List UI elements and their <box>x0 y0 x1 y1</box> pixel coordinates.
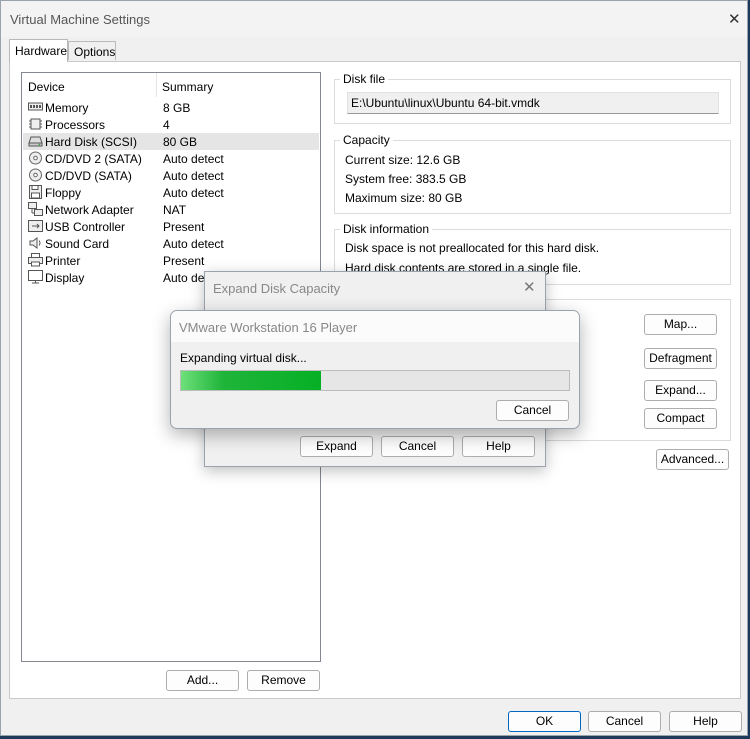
expand-cancel-button[interactable]: Cancel <box>381 436 454 457</box>
expand-button[interactable]: Expand... <box>644 380 717 401</box>
vmware-progress-dialog: VMware Workstation 16 Player Expanding v… <box>170 310 580 429</box>
progress-dialog-title: VMware Workstation 16 Player <box>179 320 358 335</box>
device-list-header: Device Summary <box>22 73 320 97</box>
device-row-network-adapter[interactable]: Network Adapter NAT <box>23 201 319 218</box>
device-name: Sound Card <box>45 237 110 251</box>
device-summary: Present <box>163 220 205 234</box>
device-row-sound-card[interactable]: Sound Card Auto detect <box>23 235 319 252</box>
defragment-button[interactable]: Defragment <box>644 348 717 369</box>
display-icon <box>28 270 43 284</box>
add-device-button[interactable]: Add... <box>166 670 239 691</box>
progress-cancel-button[interactable]: Cancel <box>496 400 569 421</box>
cancel-button[interactable]: Cancel <box>588 711 661 732</box>
current-size-text: Current size: 12.6 GB <box>345 153 461 167</box>
advanced-button[interactable]: Advanced... <box>656 449 729 470</box>
progress-dialog-title-bar: VMware Workstation 16 Player <box>171 311 579 342</box>
device-row-memory[interactable]: Memory 8 GB <box>23 99 319 116</box>
usb-icon <box>28 220 43 232</box>
progress-bar-fill <box>181 371 321 390</box>
device-name: Floppy <box>45 186 82 200</box>
disk-information-label: Disk information <box>340 222 433 236</box>
device-summary: Auto detect <box>163 237 224 251</box>
device-row-processors[interactable]: Processors 4 <box>23 116 319 133</box>
device-summary: 8 GB <box>163 101 191 115</box>
tab-hardware[interactable]: Hardware <box>9 39 68 62</box>
device-summary: 80 GB <box>163 135 198 149</box>
device-name: Hard Disk (SCSI) <box>45 135 138 149</box>
device-row-hard-disk[interactable]: Hard Disk (SCSI) 80 GB <box>23 133 319 150</box>
column-summary[interactable]: Summary <box>162 80 213 94</box>
device-summary: Present <box>163 254 205 268</box>
progress-message: Expanding virtual disk... <box>180 351 307 365</box>
device-name: CD/DVD 2 (SATA) <box>45 152 142 166</box>
hard-disk-icon <box>28 136 43 147</box>
device-row-cd-dvd-2[interactable]: CD/DVD 2 (SATA) Auto detect <box>23 150 319 167</box>
remove-device-button[interactable]: Remove <box>247 670 320 691</box>
compact-button[interactable]: Compact <box>644 408 717 429</box>
maximum-size-text: Maximum size: 80 GB <box>345 191 463 205</box>
device-name: Memory <box>45 101 89 115</box>
expand-dialog-title: Expand Disk Capacity <box>213 281 341 296</box>
device-row-usb-controller[interactable]: USB Controller Present <box>23 218 319 235</box>
device-name: Processors <box>45 118 106 132</box>
sound-card-icon <box>29 237 41 249</box>
disk-info-line-1: Disk space is not preallocated for this … <box>345 241 600 255</box>
network-adapter-icon <box>28 202 43 216</box>
ok-button[interactable]: OK <box>508 711 581 732</box>
disk-file-path: E:\Ubuntu\linux\Ubuntu 64-bit.vmdk <box>351 96 540 110</box>
device-summary: Auto detect <box>163 152 224 166</box>
memory-icon <box>28 102 43 111</box>
capacity-group: Capacity Current size: 12.6 GB System fr… <box>334 133 731 214</box>
expand-confirm-button[interactable]: Expand <box>300 436 373 457</box>
expand-help-button[interactable]: Help <box>462 436 535 457</box>
capacity-label: Capacity <box>340 133 393 147</box>
window-title: Virtual Machine Settings <box>10 12 150 27</box>
device-name: Network Adapter <box>45 203 134 217</box>
disk-file-path-field[interactable]: E:\Ubuntu\linux\Ubuntu 64-bit.vmdk <box>347 92 719 114</box>
device-name: Display <box>45 271 85 285</box>
printer-icon <box>28 253 43 267</box>
column-divider <box>156 73 157 97</box>
title-bar: Virtual Machine Settings ✕ <box>1 1 747 37</box>
device-row-floppy[interactable]: Floppy Auto detect <box>23 184 319 201</box>
device-row-cd-dvd[interactable]: CD/DVD (SATA) Auto detect <box>23 167 319 184</box>
progress-bar <box>180 370 570 391</box>
help-button[interactable]: Help <box>669 711 742 732</box>
device-summary: Auto detect <box>163 186 224 200</box>
close-icon[interactable]: ✕ <box>728 12 741 27</box>
tab-options[interactable]: Options <box>68 41 116 60</box>
disk-file-label: Disk file <box>340 72 389 86</box>
device-summary: Auto detect <box>163 169 224 183</box>
device-summary: NAT <box>163 203 187 217</box>
device-name: Printer <box>45 254 81 268</box>
device-name: CD/DVD (SATA) <box>45 169 132 183</box>
device-name: USB Controller <box>45 220 126 234</box>
disk-file-group: Disk file E:\Ubuntu\linux\Ubuntu 64-bit.… <box>334 72 731 124</box>
cd-dvd-icon <box>29 151 42 165</box>
map-button[interactable]: Map... <box>644 314 717 335</box>
column-device[interactable]: Device <box>28 80 65 94</box>
cd-dvd-icon <box>29 168 42 182</box>
device-row-printer[interactable]: Printer Present <box>23 252 319 269</box>
close-icon[interactable]: ✕ <box>523 280 536 295</box>
system-free-text: System free: 383.5 GB <box>345 172 467 186</box>
device-summary: 4 <box>163 118 170 132</box>
floppy-icon <box>29 185 42 199</box>
processor-icon <box>29 118 42 130</box>
